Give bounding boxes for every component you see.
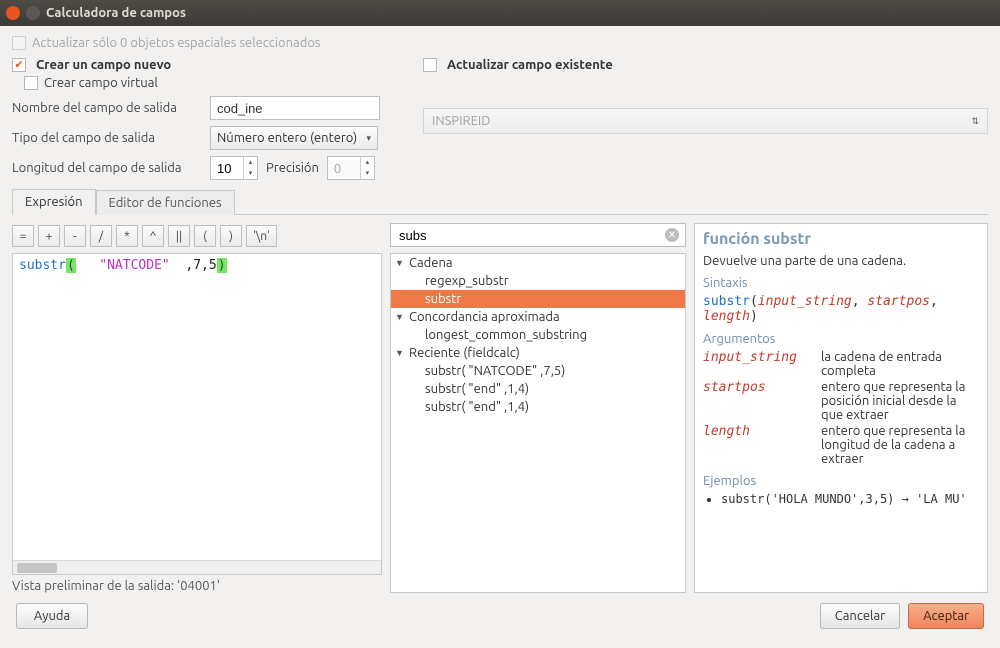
accept-button[interactable]: Aceptar (908, 603, 984, 629)
arg-desc-1: entero que representa la posición inicia… (821, 380, 979, 422)
titlebar: Calculadora de campos (0, 0, 1000, 26)
out-len-spin[interactable]: ▴▾ (210, 156, 258, 180)
tree-item-substr[interactable]: substr (391, 290, 685, 308)
tree-item-longest-common-substring[interactable]: longest_common_substring (391, 326, 685, 344)
out-type-label: Tipo del campo de salida (12, 131, 202, 145)
search-input[interactable] (397, 227, 651, 244)
precision-label: Precisión (266, 161, 319, 175)
help-args-table: input_string la cadena de entrada comple… (703, 350, 979, 466)
arg-name-2: length (703, 424, 813, 466)
out-len-label: Longitud del campo de salida (12, 161, 202, 175)
help-title: función substr (703, 230, 979, 248)
function-tree[interactable]: ▼Cadena regexp_substr substr ▼Concordanc… (391, 254, 685, 592)
tabs: Expresión Editor de funciones (12, 188, 988, 215)
op-newline[interactable]: '\n' (246, 225, 277, 247)
op-mul[interactable]: * (116, 225, 138, 247)
create-new-checkbox[interactable]: ✔ (12, 58, 26, 72)
op-concat[interactable]: || (168, 225, 190, 247)
preview-value: '04001' (177, 579, 220, 593)
op-lparen[interactable]: ( (194, 225, 216, 247)
chevron-down-icon: ▾ (366, 133, 371, 144)
operator-toolbar: = + - / * ^ || ( ) '\n' (12, 223, 382, 253)
create-new-label: Crear un campo nuevo (36, 58, 171, 72)
arg-desc-0: la cadena de entrada completa (821, 350, 979, 378)
tree-item-recent-1[interactable]: substr( "end" ,1,4) (391, 380, 685, 398)
help-examples-heading: Ejemplos (703, 474, 979, 488)
tree-item-recent-2[interactable]: substr( "end" ,1,4) (391, 398, 685, 416)
tree-group-concordancia[interactable]: ▼Concordancia aproximada (391, 308, 685, 326)
arg-name-0: input_string (703, 350, 813, 378)
op-pow[interactable]: ^ (142, 225, 164, 247)
help-panel: función substr Devuelve una parte de una… (694, 223, 988, 593)
tree-group-reciente[interactable]: ▼Reciente (fieldcalc) (391, 344, 685, 362)
update-selected-label: Actualizar sólo 0 objetos espaciales sel… (32, 36, 321, 50)
function-search[interactable]: ✕ (390, 223, 686, 247)
clear-search-icon[interactable]: ✕ (665, 228, 679, 242)
chevron-updown-icon: ⇅ (971, 116, 979, 127)
help-examples-list: substr('HOLA MUNDO',3,5) → 'LA MU' (721, 492, 979, 506)
tab-expression[interactable]: Expresión (12, 189, 96, 215)
update-existing-checkbox[interactable] (423, 58, 437, 72)
tree-item-recent-0[interactable]: substr( "NATCODE" ,7,5) (391, 362, 685, 380)
update-selected-row: Actualizar sólo 0 objetos espaciales sel… (12, 36, 988, 50)
existing-field-value: INSPIREID (432, 114, 490, 128)
tab-function-editor[interactable]: Editor de funciones (96, 190, 235, 215)
help-syntax-heading: Sintaxis (703, 276, 979, 290)
out-len-input[interactable] (211, 160, 243, 177)
expression-hscroll[interactable] (13, 560, 381, 574)
op-plus[interactable]: + (38, 225, 60, 247)
window-title: Calculadora de campos (46, 6, 186, 20)
arg-name-1: startpos (703, 380, 813, 422)
op-rparen[interactable]: ) (220, 225, 242, 247)
out-name-label: Nombre del campo de salida (12, 101, 202, 115)
op-div[interactable]: / (90, 225, 112, 247)
update-existing-label: Actualizar campo existente (447, 58, 613, 72)
create-virtual-checkbox[interactable] (24, 76, 38, 90)
help-content: función substr Devuelve una parte de una… (695, 224, 987, 592)
expression-editor[interactable]: substr( "NATCODE" ,7,5) (13, 254, 381, 560)
out-type-value: Número entero (entero) (217, 131, 357, 145)
window-min-icon[interactable] (26, 6, 40, 20)
out-name-input[interactable] (210, 96, 380, 120)
tree-item-regexp-substr[interactable]: regexp_substr (391, 272, 685, 290)
arg-desc-2: entero que representa la longitud de la … (821, 424, 979, 466)
out-type-select[interactable]: Número entero (entero) ▾ (210, 126, 378, 150)
op-minus[interactable]: - (64, 225, 86, 247)
help-desc: Devuelve una parte de una cadena. (703, 254, 979, 268)
existing-field-select: INSPIREID ⇅ (423, 108, 988, 134)
tree-group-cadena[interactable]: ▼Cadena (391, 254, 685, 272)
help-button[interactable]: Ayuda (16, 603, 88, 629)
function-tree-panel: ▼Cadena regexp_substr substr ▼Concordanc… (390, 253, 686, 593)
help-args-heading: Argumentos (703, 332, 979, 346)
precision-input (328, 160, 360, 177)
update-selected-checkbox (12, 36, 26, 50)
cancel-button[interactable]: Cancelar (820, 603, 900, 629)
help-syntax: substr(input_string, startpos, length) (703, 294, 979, 324)
precision-spin: ▴▾ (327, 156, 375, 180)
help-example-0: substr('HOLA MUNDO',3,5) → 'LA MU' (721, 492, 979, 506)
expression-panel: substr( "NATCODE" ,7,5) (12, 253, 382, 575)
preview-label: Vista preliminar de la salida: (12, 579, 174, 593)
create-virtual-label: Crear campo virtual (44, 76, 158, 90)
op-eq[interactable]: = (12, 225, 34, 247)
window-close-icon[interactable] (6, 6, 20, 20)
